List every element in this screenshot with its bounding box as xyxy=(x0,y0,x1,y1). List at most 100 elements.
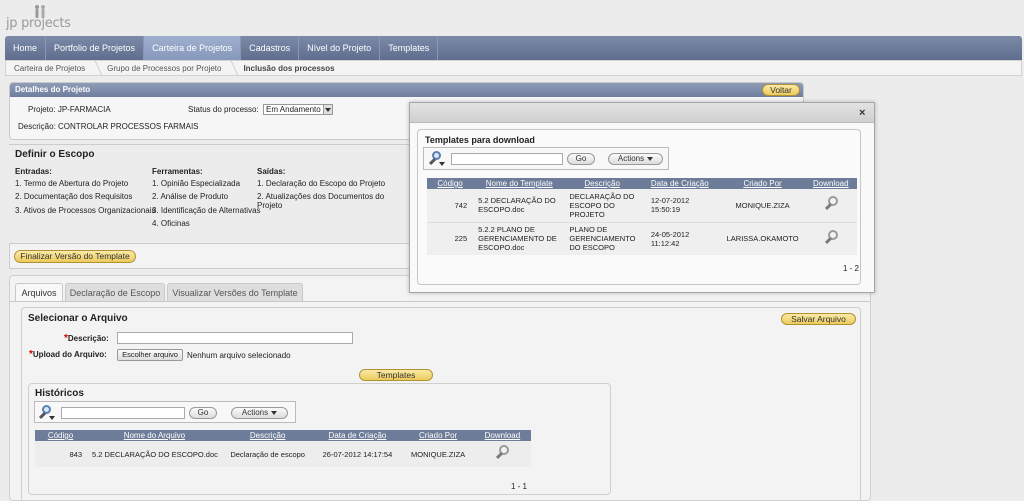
close-icon[interactable]: × xyxy=(859,107,865,119)
nav-portfolio[interactable]: Portfolio de Projetos xyxy=(46,36,145,60)
no-file-text: Nenhum arquivo selecionado xyxy=(187,351,291,360)
details-title: Detalhes do Projeto xyxy=(10,83,803,97)
cell-nome: 5.2 DECLARAÇÃO DO ESCOPO.doc xyxy=(478,196,556,215)
choose-file-button[interactable]: Escolher arquivo xyxy=(117,349,183,361)
cell-download xyxy=(474,441,531,467)
cell-nome: 5.2.2 PLANO DE GERENCIAMENTO DE ESCOPO.d… xyxy=(478,225,557,253)
modal-search-input[interactable] xyxy=(451,153,563,165)
ferramenta-item: 4. Oficinas xyxy=(152,219,190,228)
descricao-field-label-text: Descrição: xyxy=(67,334,109,343)
col-descricao[interactable]: Descrição xyxy=(565,178,639,189)
templates-button[interactable]: Templates xyxy=(359,369,433,381)
modal-pagination: 1 - 2 xyxy=(843,264,860,273)
nav-home[interactable]: Home xyxy=(5,36,47,60)
status-select[interactable]: Em Andamento xyxy=(263,104,333,115)
search-icon[interactable] xyxy=(427,150,445,168)
projeto-label-text: Projeto: xyxy=(28,105,56,114)
saidas-title: Saídas: xyxy=(257,167,286,176)
nav-cadastros[interactable]: Cadastros xyxy=(241,36,300,60)
saida-item: 2. Atualizações dos Documentos do Projet… xyxy=(257,192,385,210)
cell-descricao: DECLARAÇÃO DO ESCOPO DO PROJETO xyxy=(569,191,635,219)
main-nav: Home Portfolio de Projetos Carteira de P… xyxy=(5,36,1022,60)
table-row: 742 5.2 DECLARAÇÃO DO ESCOPO.doc DECLARA… xyxy=(427,189,857,222)
cell-download xyxy=(805,189,857,222)
descricao-row: Descrição: CONTROLAR PROCESSOS FARMAIS xyxy=(18,122,199,131)
go-label: Go xyxy=(575,154,587,163)
table-row: 843 5.2 DECLARAÇÃO DO ESCOPO.doc Declara… xyxy=(35,441,531,467)
table-row: 225 5.2.2 PLANO DE GERENCIAMENTO DE ESCO… xyxy=(427,222,857,255)
tabs-region: Arquivos Declaração de Escopo Visualizar… xyxy=(9,275,871,501)
modal-titlebar xyxy=(410,103,874,123)
arquivo-panel: Selecionar o Arquivo Salvar Arquivo *Des… xyxy=(21,307,861,501)
entrada-item: 1. Termo de Abertura do Projeto xyxy=(15,179,129,188)
escopo-title: Definir o Escopo xyxy=(15,149,95,160)
modal-actions-button[interactable]: Actions xyxy=(608,153,663,165)
entrada-item: 3. Ativos de Processos Organizacionais xyxy=(15,206,156,215)
download-magnifier-icon[interactable] xyxy=(823,229,839,246)
finalizar-button[interactable]: Finalizar Versão do Template xyxy=(14,250,136,263)
salvar-arquivo-button[interactable]: Salvar Arquivo xyxy=(781,313,856,325)
col-nome[interactable]: Nome do Arquivo xyxy=(86,430,223,441)
cell-descricao: Declaração de escopo xyxy=(230,449,305,459)
modal-go-button[interactable]: Go xyxy=(567,153,595,165)
saida-item: 1. Declaração do Escopo do Projeto xyxy=(257,179,386,188)
download-magnifier-icon[interactable] xyxy=(823,196,839,212)
breadcrumb-item[interactable]: Carteira de Projetos xyxy=(6,64,93,73)
entrada-item: 2. Documentação dos Requisitos xyxy=(15,192,133,201)
col-download[interactable]: Download xyxy=(804,178,857,189)
col-data[interactable]: Data de Criação xyxy=(638,178,721,189)
search-icon[interactable] xyxy=(37,404,55,422)
entradas-title: Entradas: xyxy=(15,167,52,176)
download-magnifier-icon[interactable] xyxy=(494,445,510,461)
descricao-label: Descrição: xyxy=(18,122,56,131)
modal-search-bar: Go Actions xyxy=(423,147,669,170)
projeto-label: Projeto: JP-FARMACIA xyxy=(28,105,111,114)
col-nome[interactable]: Nome do Template xyxy=(473,178,566,189)
col-descricao[interactable]: Descrição xyxy=(222,430,313,441)
historicos-panel: Históricos Go Actions Código Nome do Arq… xyxy=(28,383,611,495)
col-codigo[interactable]: Código xyxy=(427,178,474,189)
chevron-down-icon xyxy=(271,410,278,415)
escopo-panel: Definir o Escopo Entradas: 1. Termo de A… xyxy=(9,144,409,236)
historicos-search-input[interactable] xyxy=(61,407,185,419)
cell-descricao: PLANO DE GERENCIAMENTO DO ESCOPO xyxy=(569,225,636,253)
descricao-value: CONTROLAR PROCESSOS FARMAIS xyxy=(58,122,199,131)
historicos-go-button[interactable]: Go xyxy=(189,407,217,419)
chevron-down-icon xyxy=(647,156,654,161)
cell-codigo: 225 xyxy=(454,234,468,244)
tab-arquivos[interactable]: Arquivos xyxy=(15,283,63,301)
ferramenta-item: 3. Identificação de Alternativas xyxy=(152,206,261,215)
tab-declaracao[interactable]: Declaração de Escopo xyxy=(65,283,165,301)
projeto-value: JP-FARMACIA xyxy=(57,105,111,114)
go-label: Go xyxy=(197,408,209,417)
breadcrumb-current: Inclusão dos processos xyxy=(243,63,335,73)
tab-versoes[interactable]: Visualizar Versões do Template xyxy=(167,283,303,301)
modal-table: Código Nome do Template Descrição Data d… xyxy=(427,178,857,255)
col-codigo[interactable]: Código xyxy=(35,430,87,441)
col-data[interactable]: Data de Criação xyxy=(312,430,403,441)
ferramenta-item: 2. Análise de Produto xyxy=(152,192,229,201)
ferramenta-item: 1. Opinião Especializada xyxy=(152,179,241,188)
templates-modal: × Templates para download Go Actions Cód… xyxy=(409,102,875,293)
modal-title: Templates para download xyxy=(425,135,535,145)
nav-templates[interactable]: Templates xyxy=(380,36,439,60)
breadcrumb-item[interactable]: Grupo de Processos por Projeto xyxy=(99,64,229,73)
cell-nome: 5.2 DECLARAÇÃO DO ESCOPO.doc xyxy=(92,449,218,459)
cell-codigo: 843 xyxy=(69,449,83,459)
arquivo-title: Selecionar o Arquivo xyxy=(28,313,128,324)
col-download[interactable]: Download xyxy=(473,430,531,441)
breadcrumb: Carteira de Projetos Grupo de Processos … xyxy=(5,60,1022,76)
col-criado[interactable]: Criado Por xyxy=(720,178,805,189)
descricao-input[interactable] xyxy=(117,332,353,344)
voltar-button[interactable]: Voltar xyxy=(762,84,800,96)
historicos-table: Código Nome do Arquivo Descrição Data de… xyxy=(35,430,531,467)
cell-download xyxy=(805,222,857,255)
logo-text: jp projects xyxy=(6,16,71,31)
nav-carteira[interactable]: Carteira de Projetos xyxy=(144,36,242,60)
historicos-pagination: 1 - 1 xyxy=(511,482,528,491)
historicos-actions-button[interactable]: Actions xyxy=(231,407,288,419)
nav-nivel[interactable]: Nível do Projeto xyxy=(299,36,381,60)
status-select-value: Em Andamento xyxy=(266,105,321,114)
chevron-down-icon xyxy=(323,105,332,114)
col-criado[interactable]: Criado Por xyxy=(402,430,474,441)
